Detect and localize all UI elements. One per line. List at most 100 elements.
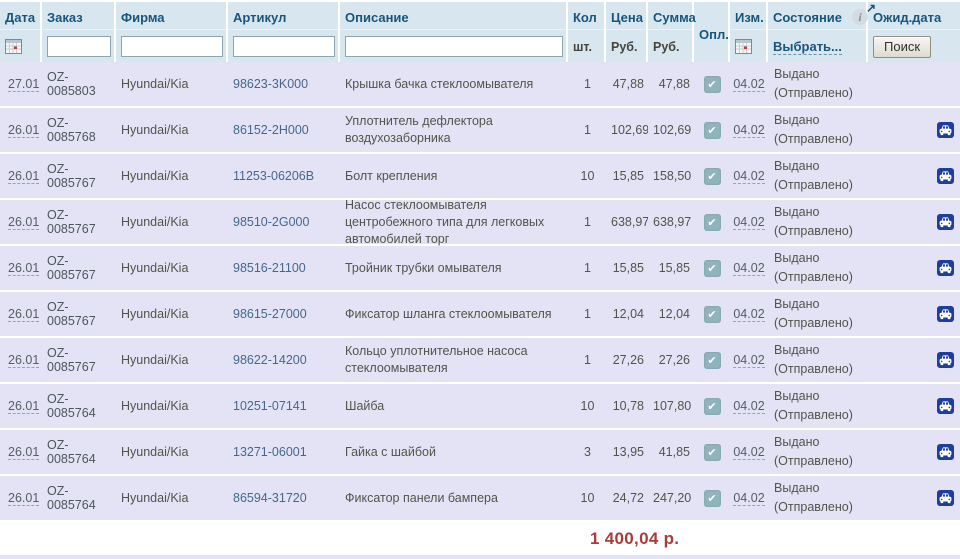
description-filter-input[interactable] (345, 36, 563, 57)
car-icon[interactable] (936, 398, 954, 414)
row-status: Выдано (Отправлено) (774, 297, 853, 330)
col-qty: Кол шт. (568, 2, 606, 62)
car-icon[interactable] (936, 122, 954, 138)
row-firm: Hyundai/Kia (121, 123, 189, 137)
col-date-label: Дата (0, 2, 40, 30)
paid-checkbox[interactable]: ✔ (703, 443, 721, 461)
row-article: 98615-27000 (233, 307, 307, 321)
firm-filter-input[interactable] (121, 36, 223, 57)
car-icon[interactable] (936, 168, 954, 184)
row-status: Выдано (Отправлено) (774, 435, 853, 468)
car-icon[interactable] (936, 214, 954, 230)
row-quantity: 1 (584, 123, 591, 137)
row-order-number: OZ-0085767 (47, 300, 96, 328)
table-row: 26.01 OZ-0085764 Hyundai/Kia 13271-06001… (0, 430, 960, 474)
paid-checkbox[interactable]: ✔ (703, 75, 721, 93)
row-order-number: OZ-0085767 (47, 254, 96, 282)
col-description-label: Описание (340, 2, 566, 30)
article-filter-input[interactable] (233, 36, 335, 57)
calendar-icon[interactable] (735, 38, 752, 55)
row-change-date-link[interactable]: 04.02 (733, 399, 765, 414)
row-date-link[interactable]: 27.01 (8, 77, 40, 92)
paid-checkbox[interactable]: ✔ (703, 351, 721, 369)
row-date-link[interactable]: 26.01 (8, 353, 40, 368)
row-article: 98516-21100 (233, 261, 306, 275)
paid-checkbox[interactable]: ✔ (703, 397, 721, 415)
row-change-date-link[interactable]: 04.02 (733, 491, 765, 506)
row-article: 86152-2H000 (233, 123, 309, 137)
col-status: Состояние i ↗ Выбрать... (768, 2, 876, 62)
row-price: 13,95 (612, 445, 644, 459)
col-expected-date-label: Ожид.дата (868, 2, 960, 30)
row-quantity: 3 (584, 445, 591, 459)
car-icon[interactable] (936, 490, 954, 506)
col-expected-date: Ожид.дата Поиск (868, 2, 960, 62)
car-icon[interactable] (936, 444, 954, 460)
col-paid-label: Опл. (699, 26, 729, 42)
car-icon[interactable] (936, 260, 954, 276)
row-date-link[interactable]: 26.01 (8, 215, 40, 230)
table-row: 26.01 OZ-0085764 Hyundai/Kia 10251-07141… (0, 384, 960, 428)
paid-checkbox[interactable]: ✔ (703, 489, 721, 507)
row-price: 102,69 (611, 123, 648, 137)
row-date-link[interactable]: 26.01 (8, 261, 40, 276)
calendar-icon[interactable] (5, 38, 22, 55)
row-date-link[interactable]: 26.01 (8, 307, 40, 322)
row-firm: Hyundai/Kia (121, 215, 189, 229)
row-expected-date (868, 82, 930, 86)
row-expected-date (868, 404, 930, 408)
row-status: Выдано (Отправлено) (774, 251, 853, 284)
row-price: 27,26 (612, 353, 644, 367)
row-sum: 15,85 (658, 261, 690, 275)
row-price: 12,04 (612, 307, 644, 321)
row-date-link[interactable]: 26.01 (8, 399, 40, 414)
row-order-number: OZ-0085764 (47, 438, 96, 466)
paid-checkbox[interactable]: ✔ (703, 213, 721, 231)
row-change-date-link[interactable]: 04.02 (733, 215, 765, 230)
row-sum: 27,26 (658, 353, 690, 367)
row-change-date-link[interactable]: 04.02 (733, 261, 765, 276)
row-sum: 247,20 (653, 491, 692, 505)
search-button[interactable]: Поиск (873, 35, 932, 58)
col-article-label: Артикул (228, 2, 338, 30)
row-status: Выдано (Отправлено) (774, 159, 853, 192)
paid-checkbox[interactable]: ✔ (703, 259, 721, 277)
col-date: Дата (0, 2, 42, 62)
table-body: 27.01 OZ-0085803 Hyundai/Kia 98623-3K000… (0, 62, 960, 520)
row-change-date-link[interactable]: 04.02 (733, 445, 765, 460)
row-article: 98623-3K000 (233, 77, 309, 91)
row-date-link[interactable]: 26.01 (8, 123, 40, 138)
status-select-link[interactable]: Выбрать... (773, 39, 842, 55)
row-date-link[interactable]: 26.01 (8, 445, 40, 460)
row-quantity: 1 (584, 307, 591, 321)
col-sum-unit: Руб. (653, 39, 680, 54)
row-date-link[interactable]: 26.01 (8, 491, 40, 506)
order-filter-input[interactable] (47, 36, 111, 57)
table-row: 26.01 OZ-0085764 Hyundai/Kia 86594-31720… (0, 476, 960, 520)
row-change-date-link[interactable]: 04.02 (733, 169, 765, 184)
paid-checkbox[interactable]: ✔ (703, 121, 721, 139)
bottom-divider (0, 555, 960, 559)
row-description: Крышка бачка стеклоомывателя (345, 76, 534, 91)
row-description: Кольцо уплотнительное насоса стеклоомыва… (345, 344, 528, 375)
row-expected-date (868, 496, 930, 500)
car-icon[interactable] (936, 306, 954, 322)
row-description: Фиксатор шланга стеклоомывателя (345, 306, 552, 321)
paid-checkbox[interactable]: ✔ (703, 167, 721, 185)
total-row: 1 400,04 р. (0, 522, 960, 555)
row-firm: Hyundai/Kia (121, 353, 189, 367)
row-date-link[interactable]: 26.01 (8, 169, 40, 184)
paid-checkbox[interactable]: ✔ (703, 305, 721, 323)
car-icon[interactable] (936, 352, 954, 368)
row-change-date-link[interactable]: 04.02 (733, 307, 765, 322)
row-change-date-link[interactable]: 04.02 (733, 77, 765, 92)
orders-table-page: Дата Заказ Фирма Артикул Описание Кол шт… (0, 0, 960, 559)
row-change-date-link[interactable]: 04.02 (733, 353, 765, 368)
row-expected-date (868, 358, 930, 362)
total-amount: 1 400,04 р. (590, 528, 680, 548)
row-change-date-link[interactable]: 04.02 (733, 123, 765, 138)
row-firm: Hyundai/Kia (121, 169, 189, 183)
row-description: Шайба (345, 398, 385, 413)
row-status: Выдано (Отправлено) (774, 389, 853, 422)
row-description: Болт крепления (345, 168, 438, 183)
